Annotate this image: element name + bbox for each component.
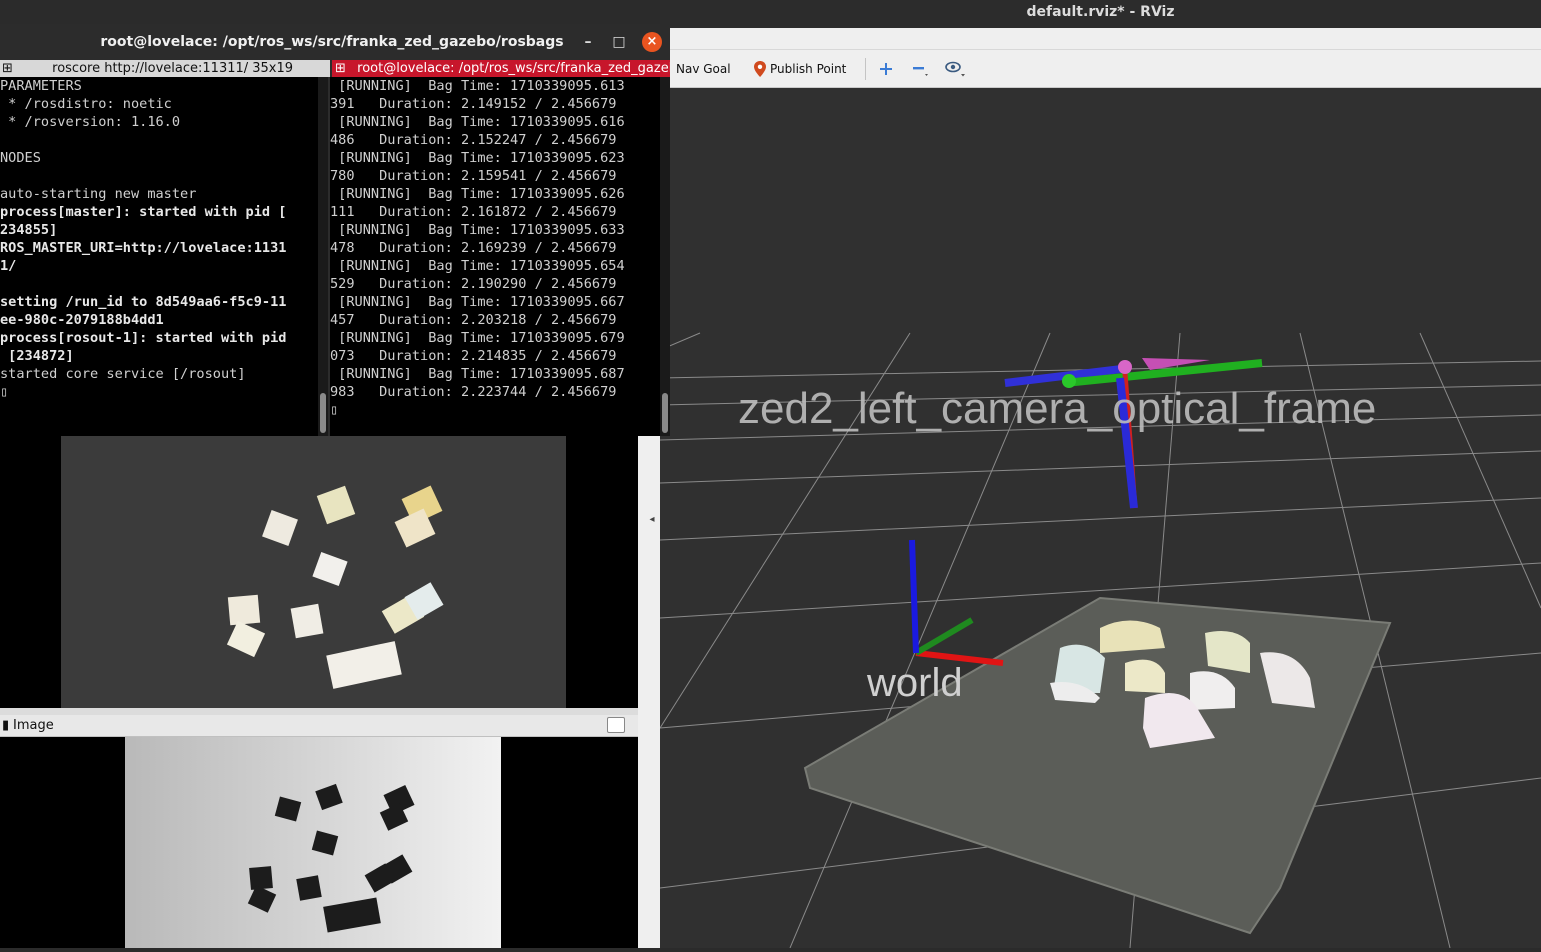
terminal-line: 234855] <box>0 222 58 238</box>
terminal-line: 391 Duration: 2.149152 / 2.456679 <box>330 96 617 112</box>
rviz-3d-scene: zed2_left_camera_optical_frame world <box>660 332 1541 948</box>
terminal-line: [RUNNING] Bag Time: 1710339095.667 <box>330 294 625 310</box>
depth-camera-image <box>125 737 501 948</box>
terminal-line: [234872] <box>0 348 74 364</box>
eye-icon <box>945 61 965 77</box>
split-grid-icon: ⊞ <box>2 61 13 76</box>
panel-divider <box>0 708 638 715</box>
depth-blocks <box>247 783 415 933</box>
maximize-button[interactable]: □ <box>609 32 629 52</box>
close-button[interactable]: × <box>642 32 662 52</box>
terminal-line: started core service [/rosout] <box>0 366 246 382</box>
map-pin-icon <box>754 61 766 77</box>
window-icon: ▮ <box>2 718 10 733</box>
split-grid-icon: ⊞ <box>335 61 346 76</box>
terminal-line: * /rosversion: 1.16.0 <box>0 114 181 130</box>
tab-rosbag[interactable]: ⊞ root@lovelace: /opt/ros_ws/src/franka_… <box>332 60 670 77</box>
terminal-line: process[rosout-1]: started with pid <box>0 330 287 346</box>
terminal-line: [RUNNING] Bag Time: 1710339095.623 <box>330 150 625 166</box>
terminal-line: 1/ <box>0 258 17 274</box>
depth-scene <box>247 783 415 933</box>
nav-goal-tool[interactable]: Nav Goal <box>676 60 731 78</box>
terminal-pane-rosbag[interactable]: [RUNNING] Bag Time: 1710339095.613 391 Du… <box>330 77 662 436</box>
window-maximize-button[interactable] <box>607 717 625 733</box>
terminal-line: [RUNNING] Bag Time: 1710339095.626 <box>330 186 625 202</box>
scrollbar-thumb[interactable] <box>320 393 326 433</box>
scrollbar-thumb[interactable] <box>662 393 668 433</box>
toolbar-separator <box>865 58 866 80</box>
terminal-pane-roscore[interactable]: PARAMETERS * /rosdistro: noetic * /rosve… <box>0 77 318 436</box>
terminal-line: [RUNNING] Bag Time: 1710339095.654 <box>330 258 625 274</box>
terminal-line: [RUNNING] Bag Time: 1710339095.679 <box>330 330 625 346</box>
plus-icon <box>880 63 892 75</box>
depth-image-panel <box>0 737 638 948</box>
terminal-line: 486 Duration: 2.152247 / 2.456679 <box>330 132 617 148</box>
rgb-scene <box>61 436 566 708</box>
rviz-3d-view[interactable]: zed2_left_camera_optical_frame world <box>660 88 1541 948</box>
terminal-line: 478 Duration: 2.169239 / 2.456679 <box>330 240 617 256</box>
terminal-line: [RUNNING] Bag Time: 1710339095.613 <box>330 78 625 94</box>
rgb-camera-image <box>61 436 566 708</box>
terminal-window-title: root@lovelace: /opt/ros_ws/src/franka_ze… <box>100 34 564 50</box>
terminal-line: 073 Duration: 2.214835 / 2.456679 <box>330 348 617 364</box>
terminal-line: [RUNNING] Bag Time: 1710339095.687 <box>330 366 625 382</box>
minimize-button[interactable]: – <box>578 32 598 52</box>
scrollbar-right[interactable] <box>660 77 670 436</box>
rviz-window-title: default.rviz* - RViz <box>1026 4 1175 20</box>
publish-point-label: Publish Point <box>770 62 847 76</box>
tab-rosbag-label: root@lovelace: /opt/ros_ws/src/franka_ze… <box>357 61 670 76</box>
terminal-line: * /rosdistro: noetic <box>0 96 172 112</box>
terminal-line: PARAMETERS <box>0 78 82 94</box>
terminal-line: process[master]: started with pid [ <box>0 204 287 220</box>
terminal-line: [RUNNING] Bag Time: 1710339095.616 <box>330 114 625 130</box>
terminal-line: ROS_MASTER_URI=http://lovelace:1131 <box>0 240 287 256</box>
terminal-line: ee-980c-2079188b4dd1 <box>0 312 164 328</box>
world-frame-label: world <box>866 661 963 705</box>
remove-tool-button[interactable] <box>911 60 929 78</box>
depth-window-title-bar: ▮ Image <box>0 715 638 737</box>
terminal-line: 457 Duration: 2.203218 / 2.456679 <box>330 312 617 328</box>
terminal-line: ▯ <box>0 384 9 400</box>
rgb-image-panel <box>0 436 638 708</box>
terminal-line: setting /run_id to 8d549aa6-f5c9-11 <box>0 294 287 310</box>
rviz-toolbar: Nav Goal Publish Point <box>660 50 1541 88</box>
terminal-line: ▯ <box>330 402 339 418</box>
depth-window-title: Image <box>13 718 54 733</box>
nav-goal-label: Nav Goal <box>676 62 731 76</box>
view-options-button[interactable] <box>945 60 967 78</box>
scrollbar-left[interactable] <box>318 77 328 436</box>
terminal-title-bar: root@lovelace: /opt/ros_ws/src/franka_ze… <box>0 24 670 60</box>
terminal-line: 983 Duration: 2.223744 / 2.456679 <box>330 384 617 400</box>
terminal-line: 529 Duration: 2.190290 / 2.456679 <box>330 276 617 292</box>
rviz-menu-bar <box>660 28 1541 50</box>
tab-roscore-label: roscore http://lovelace:11311/ 35x19 <box>52 61 294 76</box>
rviz-title-bar: default.rviz* - RViz <box>660 0 1541 28</box>
camera-frame-label: zed2_left_camera_optical_frame <box>738 384 1376 433</box>
terminal-line: auto-starting new master <box>0 186 197 202</box>
camera-axes <box>1004 358 1263 509</box>
terminal-line: [RUNNING] Bag Time: 1710339095.633 <box>330 222 625 238</box>
terminal-line: 780 Duration: 2.159541 / 2.456679 <box>330 168 617 184</box>
minus-icon <box>913 67 928 76</box>
terminal-line: NODES <box>0 150 41 166</box>
terminal-line: 111 Duration: 2.161872 / 2.456679 <box>330 204 617 220</box>
terminal-window: root@lovelace: /opt/ros_ws/src/franka_ze… <box>0 24 670 436</box>
add-tool-button[interactable] <box>878 60 894 78</box>
tab-roscore[interactable]: ⊞ roscore http://lovelace:11311/ 35x19 <box>0 60 330 77</box>
collapse-arrow-icon[interactable]: ◂ <box>645 500 659 540</box>
publish-point-tool[interactable]: Publish Point <box>754 60 846 78</box>
